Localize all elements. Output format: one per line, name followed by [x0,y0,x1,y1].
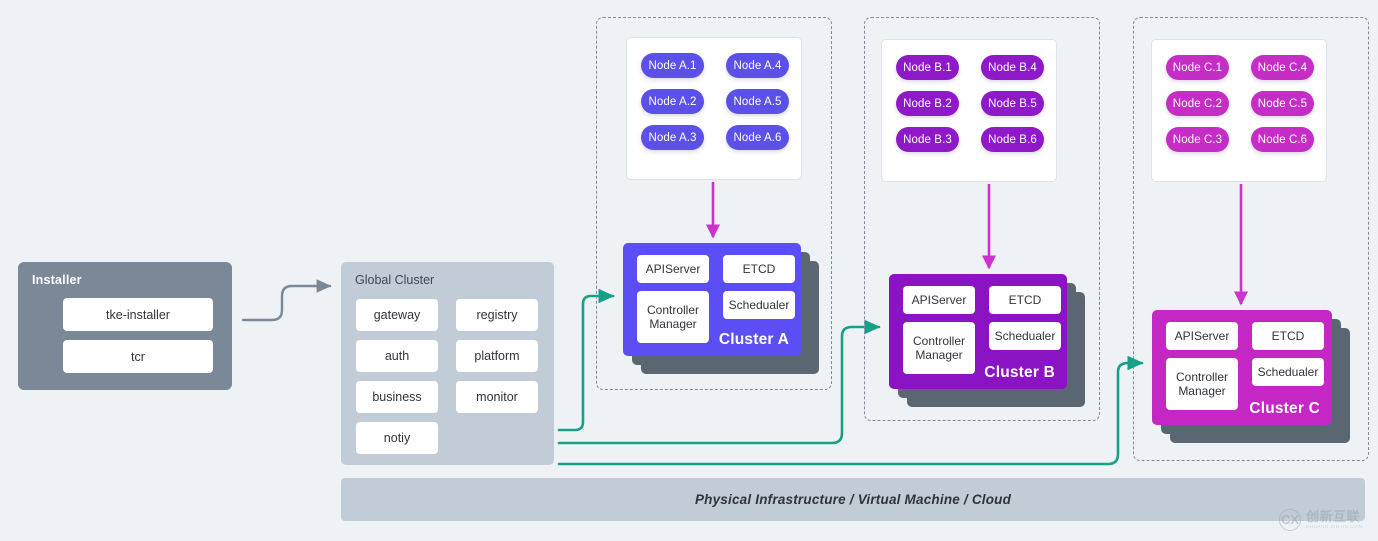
node-pill[interactable]: Node A.6 [726,125,789,150]
watermark-chinese: 创新互联 [1306,508,1361,524]
watermark-pinyin: CHUANG XIN HU LIAN [1306,523,1363,529]
connector-installer-to-global [241,279,332,322]
global-service-auth[interactable]: auth [356,340,438,372]
global-service-monitor[interactable]: monitor [456,381,538,413]
etcd-box[interactable]: ETCD [989,286,1061,314]
control-plane-card: APIServer ETCD Controller Manager Schedua… [1152,310,1332,425]
control-plane-cluster-b: APIServer ETCD Controller Manager Schedua… [889,274,1085,407]
node-pill[interactable]: Node A.1 [641,53,704,78]
watermark-text: 创新互联 CHUANG XIN HU LIAN [1306,510,1362,530]
node-pill[interactable]: Node B.4 [981,55,1044,80]
control-plane-cluster-c: APIServer ETCD Controller Manager Schedua… [1152,310,1350,443]
etcd-box[interactable]: ETCD [723,255,795,283]
diagram-canvas: Installer tke-installer tcr Global Clust… [0,0,1378,541]
scheduler-box[interactable]: Schedualer [989,322,1061,350]
global-cluster-panel: Global Cluster gateway registry auth pla… [341,262,554,465]
controller-manager-box[interactable]: Controller Manager [637,291,709,343]
global-service-registry[interactable]: registry [456,299,538,331]
global-service-platform[interactable]: platform [456,340,538,372]
installer-item-tcr[interactable]: tcr [63,340,213,373]
cluster-name-label: Cluster A [718,331,789,348]
infrastructure-bar: Physical Infrastructure / Virtual Machin… [341,478,1365,521]
apiserver-box[interactable]: APIServer [903,286,975,314]
node-pill[interactable]: Node C.4 [1251,55,1314,80]
node-pill[interactable]: Node C.6 [1251,127,1314,152]
global-cluster-title: Global Cluster [355,273,435,287]
node-pill[interactable]: Node C.1 [1166,55,1229,80]
node-pill[interactable]: Node B.6 [981,127,1044,152]
node-card-cluster-c: Node C.1 Node C.4 Node C.2 Node C.5 Node… [1151,39,1327,182]
scheduler-box[interactable]: Schedualer [1252,358,1324,386]
node-pill[interactable]: Node A.5 [726,89,789,114]
global-service-business[interactable]: business [356,381,438,413]
cluster-name-label: Cluster C [1249,400,1320,417]
node-pill[interactable]: Node A.4 [726,53,789,78]
control-plane-cluster-a: APIServer ETCD Controller Manager Schedua… [623,243,819,374]
scheduler-box[interactable]: Schedualer [723,291,795,319]
controller-manager-box[interactable]: Controller Manager [1166,358,1238,410]
node-pill[interactable]: Node C.3 [1166,127,1229,152]
control-plane-card: APIServer ETCD Controller Manager Schedua… [889,274,1067,389]
node-pill[interactable]: Node B.3 [896,127,959,152]
control-plane-card: APIServer ETCD Controller Manager Schedua… [623,243,801,356]
node-pill[interactable]: Node B.1 [896,55,959,80]
apiserver-box[interactable]: APIServer [1166,322,1238,350]
global-service-notiy[interactable]: notiy [356,422,438,454]
watermark-logo-icon: CX [1279,508,1301,531]
node-card-cluster-b: Node B.1 Node B.4 Node B.2 Node B.5 Node… [881,39,1057,182]
watermark: CX 创新互联 CHUANG XIN HU LIAN [1279,503,1375,536]
etcd-box[interactable]: ETCD [1252,322,1324,350]
cluster-name-label: Cluster B [984,364,1055,381]
node-card-cluster-a: Node A.1 Node A.4 Node A.2 Node A.5 Node… [626,37,802,180]
installer-item-tke-installer[interactable]: tke-installer [63,298,213,331]
apiserver-box[interactable]: APIServer [637,255,709,283]
node-pill[interactable]: Node B.5 [981,91,1044,116]
node-pill[interactable]: Node C.5 [1251,91,1314,116]
node-pill[interactable]: Node A.2 [641,89,704,114]
global-service-gateway[interactable]: gateway [356,299,438,331]
installer-title: Installer [32,273,82,287]
controller-manager-box[interactable]: Controller Manager [903,322,975,374]
node-pill[interactable]: Node C.2 [1166,91,1229,116]
installer-panel: Installer tke-installer tcr [18,262,232,390]
node-pill[interactable]: Node A.3 [641,125,704,150]
node-pill[interactable]: Node B.2 [896,91,959,116]
